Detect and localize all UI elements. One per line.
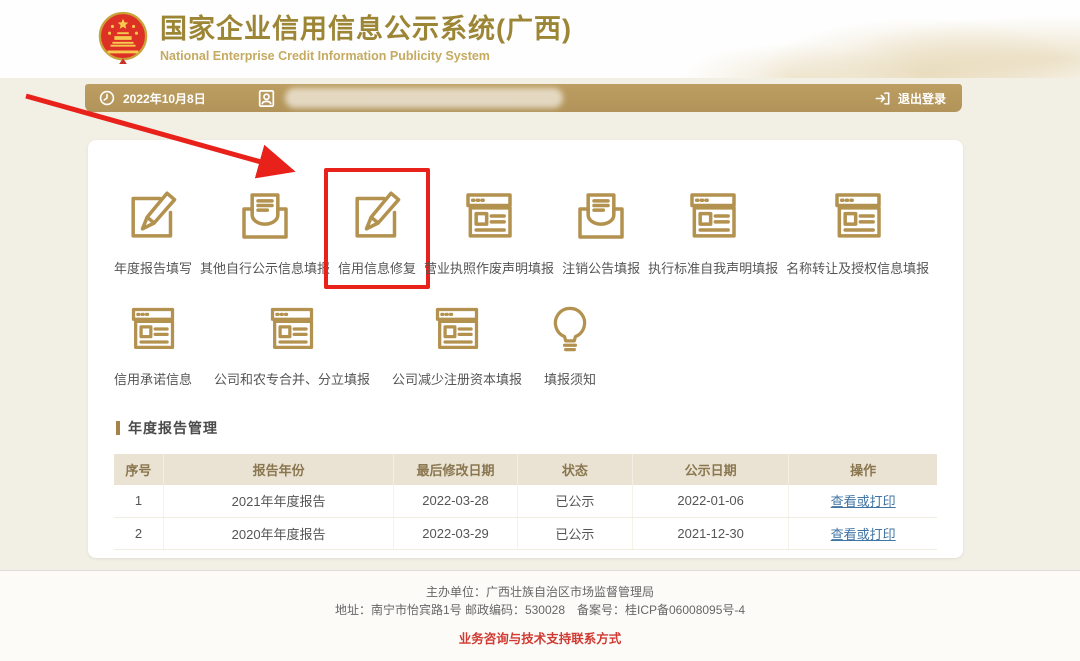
col-status: 状态 xyxy=(517,454,632,485)
form-icon xyxy=(431,303,483,355)
shortcut-label: 公司减少注册资本填报 xyxy=(392,369,522,388)
cell-seq: 2 xyxy=(114,517,163,549)
shortcut-row-1: 年度报告填写 其他自行公示信息填报 信用信息修复 营业执照作废声明填报 注销公告… xyxy=(88,140,963,277)
col-report-year: 报告年份 xyxy=(163,454,393,485)
username-redacted xyxy=(285,88,563,108)
shortcut-standard-self-declaration[interactable]: 执行标准自我声明填报 xyxy=(648,188,778,277)
col-publish-date: 公示日期 xyxy=(632,454,788,485)
cell-last-modified: 2022-03-28 xyxy=(394,485,517,517)
shortcut-name-transfer-authorization[interactable]: 名称转让及授权信息填报 xyxy=(786,188,929,277)
shortcut-credit-commitment-info[interactable]: 信用承诺信息 xyxy=(114,303,192,388)
shortcut-filing-instructions[interactable]: 填报须知 xyxy=(544,303,596,388)
cell-last-modified: 2022-03-29 xyxy=(394,517,517,549)
bulb-icon xyxy=(544,303,596,355)
col-last-modified: 最后修改日期 xyxy=(394,454,517,485)
toolbar: 2022年10月8日 退出登录 xyxy=(85,84,962,112)
clock-icon xyxy=(99,90,115,106)
page: 国家企业信用信息公示系统(广西) National Enterprise Cre… xyxy=(0,0,1080,661)
inbox-icon xyxy=(237,188,293,244)
shortcut-row-2: 信用承诺信息 公司和农专合并、分立填报 公司减少注册资本填报 填报须知 xyxy=(88,303,963,388)
form-icon xyxy=(830,188,886,244)
shortcut-label: 执行标准自我声明填报 xyxy=(648,258,778,277)
view-or-print-link[interactable]: 查看或打印 xyxy=(831,494,896,509)
shortcut-label: 营业执照作废声明填报 xyxy=(424,258,554,277)
shortcut-label: 信用信息修复 xyxy=(338,258,416,277)
shortcut-annual-report-fill[interactable]: 年度报告填写 xyxy=(114,188,192,277)
cell-publish-date: 2022-01-06 xyxy=(632,485,788,517)
logout-label: 退出登录 xyxy=(898,90,946,107)
view-or-print-link[interactable]: 查看或打印 xyxy=(831,527,896,542)
site-header: 国家企业信用信息公示系统(广西) National Enterprise Cre… xyxy=(0,0,1080,78)
current-date: 2022年10月8日 xyxy=(123,90,206,107)
shortcut-label: 名称转让及授权信息填报 xyxy=(786,258,929,277)
cell-status: 已公示 xyxy=(517,485,632,517)
shortcut-credit-info-repair[interactable]: 信用信息修复 xyxy=(338,188,416,277)
shortcut-label: 公司和农专合并、分立填报 xyxy=(214,369,370,388)
page-footer: 主办单位：广西壮族自治区市场监督管理局 地址：南宁市怡宾路1号 邮政编码：530… xyxy=(0,570,1080,661)
section-bar xyxy=(116,421,120,435)
cell-report-year: 2021年年度报告 xyxy=(163,485,393,517)
col-action: 操作 xyxy=(789,454,937,485)
shortcut-label: 信用承诺信息 xyxy=(114,369,192,388)
shortcut-label: 年度报告填写 xyxy=(114,258,192,277)
shortcut-license-void-declaration[interactable]: 营业执照作废声明填报 xyxy=(424,188,554,277)
shortcut-label: 其他自行公示信息填报 xyxy=(200,258,330,277)
table-row: 1 2021年年度报告 2022-03-28 已公示 2022-01-06 查看… xyxy=(114,485,937,517)
main-card: 年度报告填写 其他自行公示信息填报 信用信息修复 营业执照作废声明填报 注销公告… xyxy=(88,140,963,558)
cell-report-year: 2020年年度报告 xyxy=(163,517,393,549)
shortcut-capital-reduction-fill[interactable]: 公司减少注册资本填报 xyxy=(392,303,522,388)
shortcut-label: 注销公告填报 xyxy=(562,258,640,277)
cell-seq: 1 xyxy=(114,485,163,517)
table-row: 2 2020年年度报告 2022-03-29 已公示 2021-12-30 查看… xyxy=(114,517,937,549)
form-icon xyxy=(266,303,318,355)
shortcut-merger-division-fill[interactable]: 公司和农专合并、分立填报 xyxy=(214,303,370,388)
footer-contact-link[interactable]: 业务咨询与技术支持联系方式 xyxy=(459,628,622,647)
user-chip xyxy=(258,88,563,109)
shortcut-other-publicity-info[interactable]: 其他自行公示信息填报 xyxy=(200,188,330,277)
edit-icon xyxy=(349,188,405,244)
edit-icon xyxy=(125,188,181,244)
shortcut-cancellation-notice[interactable]: 注销公告填报 xyxy=(562,188,640,277)
page-subtitle: National Enterprise Credit Information P… xyxy=(160,49,572,63)
footer-address: 地址：南宁市怡宾路1号 邮政编码：530028 备案号：桂ICP备0600809… xyxy=(0,601,1080,619)
annual-report-table: 序号 报告年份 最后修改日期 状态 公示日期 操作 1 2021年年度报告 20… xyxy=(114,454,937,550)
table-header-row: 序号 报告年份 最后修改日期 状态 公示日期 操作 xyxy=(114,454,937,485)
footer-organizer: 主办单位：广西壮族自治区市场监督管理局 xyxy=(0,583,1080,601)
section-title: 年度报告管理 xyxy=(128,418,218,438)
col-seq: 序号 xyxy=(114,454,163,485)
logout-icon xyxy=(874,90,891,107)
logout-button[interactable]: 退出登录 xyxy=(872,86,948,111)
shortcut-label: 填报须知 xyxy=(544,369,596,388)
annual-report-section-head: 年度报告管理 xyxy=(116,418,963,438)
form-icon xyxy=(685,188,741,244)
user-id-icon xyxy=(258,88,275,109)
national-emblem-icon xyxy=(98,10,148,66)
form-icon xyxy=(461,188,517,244)
page-title: 国家企业信用信息公示系统(广西) xyxy=(160,13,572,45)
cell-publish-date: 2021-12-30 xyxy=(632,517,788,549)
cell-status: 已公示 xyxy=(517,517,632,549)
landscape-watermark xyxy=(560,0,1080,78)
form-icon xyxy=(127,303,179,355)
brand: 国家企业信用信息公示系统(广西) National Enterprise Cre… xyxy=(98,10,572,66)
inbox-icon xyxy=(573,188,629,244)
